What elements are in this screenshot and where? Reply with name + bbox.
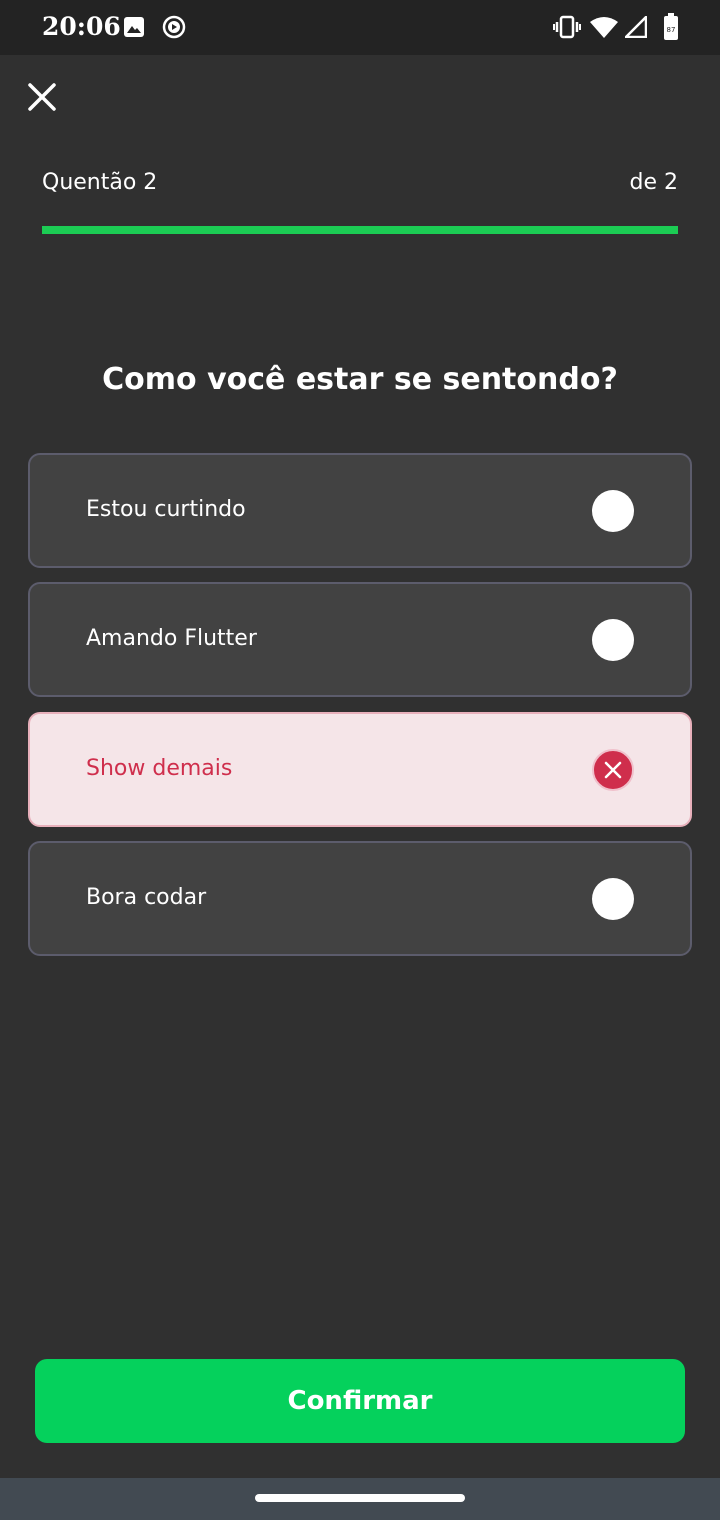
radio-button[interactable] xyxy=(592,878,634,920)
wrong-answer-indicator[interactable] xyxy=(592,749,634,791)
question-number-label: Quentão 2 xyxy=(42,170,158,195)
battery-icon: 87 xyxy=(663,13,679,45)
question-title: Como você estar se sentondo? xyxy=(102,362,618,397)
vibrate-icon xyxy=(553,15,581,43)
radio-button[interactable] xyxy=(592,619,634,661)
answer-option-3[interactable]: Show demais xyxy=(28,712,692,827)
close-icon xyxy=(28,83,56,111)
home-gesture-handle[interactable] xyxy=(255,1494,465,1502)
status-bar: 20:06 87 xyxy=(0,0,720,55)
play-circle-icon xyxy=(162,15,186,43)
progress-bar xyxy=(42,226,678,234)
close-button[interactable] xyxy=(26,81,58,113)
answer-option-label: Show demais xyxy=(86,756,233,781)
image-icon xyxy=(123,16,145,42)
wifi-icon xyxy=(590,16,618,42)
progress-bar-fill xyxy=(42,226,678,234)
answer-option-label: Amando Flutter xyxy=(86,626,257,651)
question-total-label: de 2 xyxy=(629,170,679,195)
answer-option-label: Estou curtindo xyxy=(86,497,246,522)
radio-button[interactable] xyxy=(592,490,634,532)
close-icon xyxy=(604,761,622,779)
confirm-button[interactable]: Confirmar xyxy=(35,1359,685,1443)
answer-option-label: Bora codar xyxy=(86,885,207,910)
answer-option-4[interactable]: Bora codar xyxy=(28,841,692,956)
answer-option-1[interactable]: Estou curtindo xyxy=(28,453,692,568)
navigation-bar xyxy=(0,1478,720,1520)
signal-icon xyxy=(624,15,648,42)
answer-option-2[interactable]: Amando Flutter xyxy=(28,582,692,697)
status-time: 20:06 xyxy=(42,12,121,41)
battery-level: 87 xyxy=(667,26,676,34)
